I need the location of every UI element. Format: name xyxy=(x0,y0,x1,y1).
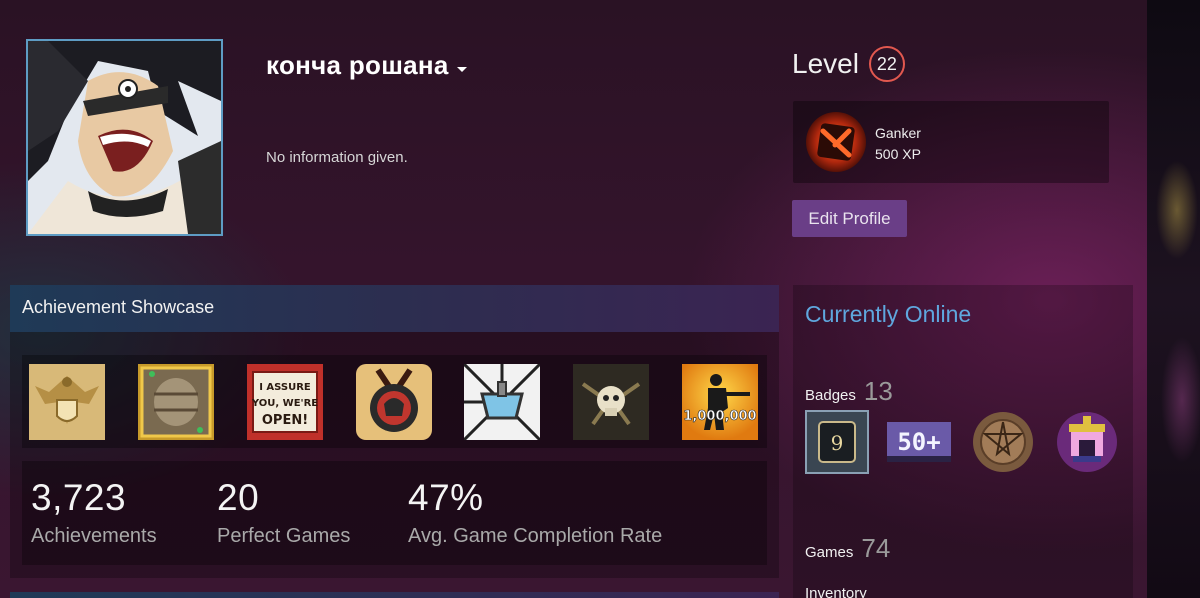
level-badge[interactable]: 22 xyxy=(868,46,905,82)
profile-summary: No information given. xyxy=(266,149,408,166)
soldier-icon[interactable]: 1,000,000 xyxy=(682,364,758,440)
inventory-link[interactable]: Inventory xyxy=(805,585,867,598)
level-section: Level 22 xyxy=(792,46,905,82)
barrel-icon[interactable] xyxy=(138,364,214,440)
stat-value: 47% xyxy=(408,477,484,518)
svg-text:YOU, WE'RE: YOU, WE'RE xyxy=(251,398,318,409)
skull-icon[interactable] xyxy=(573,364,649,440)
favorite-badge[interactable]: Ganker 500 XP xyxy=(793,101,1109,183)
svg-text:I ASSURE: I ASSURE xyxy=(259,382,311,393)
games-label: Games xyxy=(805,544,854,561)
stat-completion-rate[interactable]: 47% Avg. Game Completion Rate xyxy=(408,477,662,548)
level-label: Level xyxy=(792,48,859,79)
next-showcase-header xyxy=(10,592,779,598)
stat-perfect-games[interactable]: 20 Perfect Games xyxy=(217,477,350,548)
stat-achievements[interactable]: 3,723 Achievements xyxy=(31,477,157,548)
badge-50-plus-icon[interactable]: 50+ xyxy=(887,410,951,474)
achievement-stats: 3,723 Achievements 20 Perfect Games 47% … xyxy=(22,461,767,565)
chevron-down-icon[interactable] xyxy=(456,67,467,72)
persona-name[interactable]: кончa рошана xyxy=(266,50,467,81)
games-link[interactable]: Games 74 xyxy=(805,533,890,564)
svg-text:1,000,000: 1,000,000 xyxy=(683,409,756,424)
achievement-showcase: Achievement Showcase I ASSURE YOU, WE'RE… xyxy=(10,285,779,578)
avatar-image xyxy=(28,41,221,234)
stat-label: Perfect Games xyxy=(217,525,351,547)
achievement-icons-row: I ASSURE YOU, WE'RE OPEN! 1,000,000 xyxy=(22,355,767,448)
stat-label: Avg. Game Completion Rate xyxy=(408,525,663,547)
favorite-badge-name: Ganker xyxy=(875,125,921,141)
games-count: 74 xyxy=(861,533,891,563)
badges-link[interactable]: Badges 13 xyxy=(805,376,893,407)
badges-label: Badges xyxy=(805,387,856,404)
badges-count: 13 xyxy=(863,376,893,406)
sign-icon[interactable]: I ASSURE YOU, WE'RE OPEN! xyxy=(247,364,323,440)
pentagram-coin-icon[interactable] xyxy=(971,410,1035,474)
showcase-title: Achievement Showcase xyxy=(10,285,779,332)
stat-value: 20 xyxy=(217,477,260,518)
svg-text:9: 9 xyxy=(831,431,844,455)
avatar[interactable] xyxy=(26,39,223,236)
stat-value: 3,723 xyxy=(31,477,127,518)
medal-icon[interactable] xyxy=(356,364,432,440)
sink-icon[interactable] xyxy=(464,364,540,440)
stat-label: Achievements xyxy=(31,525,157,547)
edit-profile-button[interactable]: Edit Profile xyxy=(792,200,907,237)
online-status: Currently Online xyxy=(805,301,972,327)
page-side-background xyxy=(1147,0,1200,598)
favorite-badge-xp: 500 XP xyxy=(875,146,921,162)
profile-sidebar: Currently Online Badges 13 9 50+ Games 7… xyxy=(793,285,1133,598)
svg-text:OPEN!: OPEN! xyxy=(262,413,308,428)
pixel-castle-icon[interactable] xyxy=(1055,410,1119,474)
badge-level-9-icon[interactable]: 9 xyxy=(805,410,869,474)
ganker-badge-icon xyxy=(806,112,866,172)
svg-text:50+: 50+ xyxy=(897,428,940,456)
persona-name-text: кончa рошана xyxy=(266,50,449,80)
eagle-shield-icon[interactable] xyxy=(29,364,105,440)
